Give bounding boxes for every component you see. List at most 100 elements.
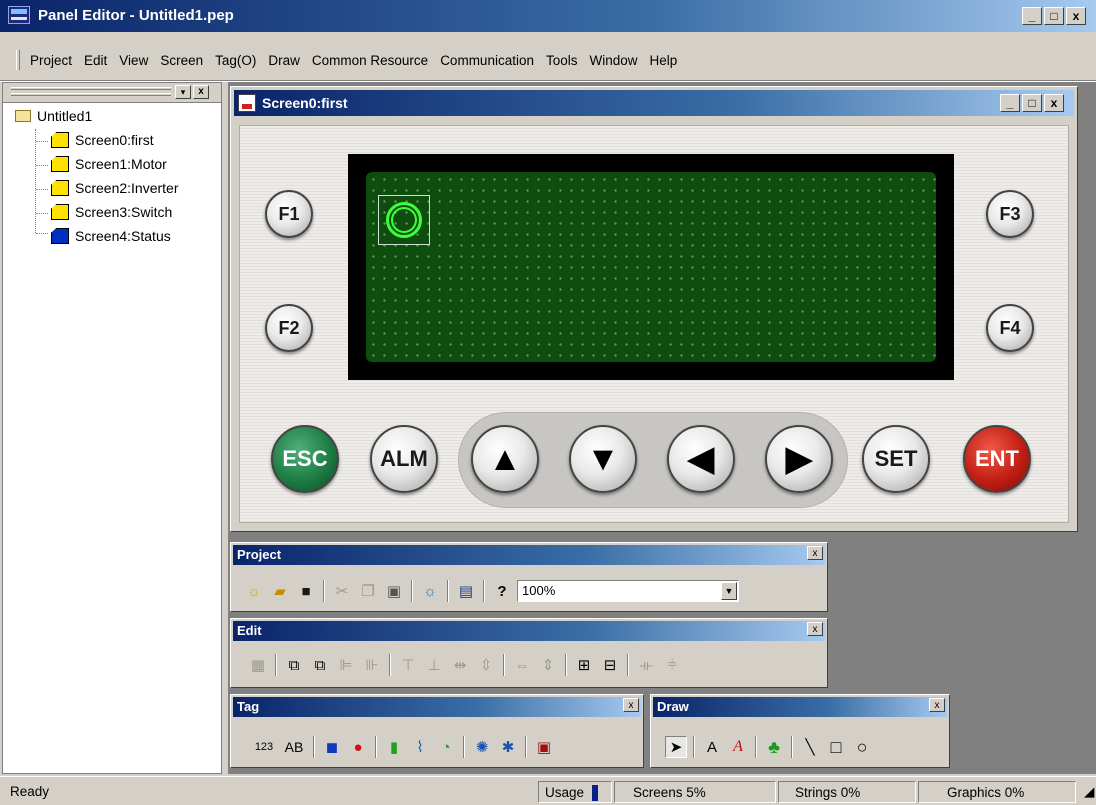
- screen-icon: [51, 132, 69, 148]
- circle-tool-icon[interactable]: ○: [851, 736, 873, 758]
- edit-toolbar-title[interactable]: Edit: [233, 621, 825, 641]
- new-icon[interactable]: ☼: [243, 580, 265, 602]
- menu-view[interactable]: View: [113, 53, 154, 68]
- clipart-icon[interactable]: ♣: [763, 736, 785, 758]
- lamp-tag-icon[interactable]: ●: [347, 736, 369, 758]
- left-arrow-key[interactable]: ◀: [667, 425, 735, 493]
- project-toolbar-title[interactable]: Project: [233, 545, 825, 565]
- tree-item-screen0[interactable]: Screen0:first: [51, 129, 154, 151]
- tree-item-screen1[interactable]: Screen1:Motor: [51, 153, 167, 175]
- pointer-icon[interactable]: ➤: [665, 736, 687, 758]
- set-key[interactable]: SET: [862, 425, 930, 493]
- menu-common-resource[interactable]: Common Resource: [306, 53, 434, 68]
- bring-front-icon[interactable]: ⧉: [283, 654, 305, 676]
- zoom-select[interactable]: 100% ▼: [517, 580, 739, 602]
- folder-icon: [15, 110, 31, 122]
- up-arrow-key[interactable]: ▲: [471, 425, 539, 493]
- menu-draw[interactable]: Draw: [262, 53, 306, 68]
- help-icon[interactable]: ?: [491, 580, 513, 602]
- same-height-icon[interactable]: ⇕: [537, 654, 559, 676]
- rectangle-tool-icon[interactable]: □: [825, 736, 847, 758]
- alm-key[interactable]: ALM: [370, 425, 438, 493]
- styled-text-tool-button[interactable]: A: [727, 736, 749, 758]
- pie-graph-icon[interactable]: ◔: [435, 736, 457, 758]
- draw-toolbar-close[interactable]: x: [929, 698, 945, 712]
- f2-key[interactable]: F2: [265, 304, 313, 352]
- esc-key[interactable]: ESC: [271, 425, 339, 493]
- menu-communication[interactable]: Communication: [434, 53, 540, 68]
- center-v-icon[interactable]: ⊟: [599, 654, 621, 676]
- lamp-object[interactable]: [378, 195, 430, 245]
- alarm-tag-icon[interactable]: ▣: [533, 736, 555, 758]
- new-screen-icon[interactable]: ☼: [419, 580, 441, 602]
- tree-panel-header[interactable]: ▾ x: [3, 83, 221, 103]
- switch-tag-icon[interactable]: ◼: [321, 736, 343, 758]
- menu-project[interactable]: Project: [24, 53, 78, 68]
- grid-icon[interactable]: ▦: [247, 654, 269, 676]
- meter-icon[interactable]: ✺: [471, 736, 493, 758]
- f4-key[interactable]: F4: [986, 304, 1034, 352]
- trend-graph-icon[interactable]: ⌇: [409, 736, 431, 758]
- distribute-h-icon[interactable]: ⇹: [449, 654, 471, 676]
- resize-grip-icon[interactable]: ◢: [1078, 781, 1094, 803]
- tree-dock-button[interactable]: ▾: [175, 85, 191, 99]
- title-bar: Panel Editor - Untitled1.pep _ □ x: [0, 0, 1096, 32]
- menu-screen[interactable]: Screen: [154, 53, 209, 68]
- space-h-icon[interactable]: ⟛: [635, 654, 657, 676]
- minimize-button[interactable]: _: [1022, 7, 1042, 25]
- tag-toolbar-title[interactable]: Tag: [233, 697, 641, 717]
- distribute-v-icon[interactable]: ⇳: [475, 654, 497, 676]
- open-icon[interactable]: ▰: [269, 580, 291, 602]
- save-icon[interactable]: ■: [295, 580, 317, 602]
- lcd-screen[interactable]: [366, 172, 936, 362]
- close-button[interactable]: x: [1066, 7, 1086, 25]
- copy-icon[interactable]: ❐: [357, 580, 379, 602]
- align-right-icon[interactable]: ⊪: [361, 654, 383, 676]
- menu-help[interactable]: Help: [644, 53, 684, 68]
- usage-bar: [592, 785, 599, 802]
- right-arrow-key[interactable]: ▶: [765, 425, 833, 493]
- fan-icon[interactable]: ✱: [497, 736, 519, 758]
- ascii-tag-button[interactable]: AB: [281, 736, 307, 758]
- project-toolbar-close[interactable]: x: [807, 546, 823, 560]
- tag-toolbar-close[interactable]: x: [623, 698, 639, 712]
- screen-maximize-button[interactable]: □: [1022, 94, 1042, 112]
- send-back-icon[interactable]: ⧉: [309, 654, 331, 676]
- text-tool-button[interactable]: A: [701, 736, 723, 758]
- project-toolbar: Project x ☼ ▰ ■ ✂ ❐ ▣ ☼ ▤ ? 100% ▼: [230, 542, 828, 612]
- chevron-down-icon[interactable]: ▼: [721, 582, 737, 600]
- screen-close-button[interactable]: x: [1044, 94, 1064, 112]
- tree-item-screen4[interactable]: Screen4:Status: [51, 225, 171, 247]
- cut-icon[interactable]: ✂: [331, 580, 353, 602]
- ent-key[interactable]: ENT: [963, 425, 1031, 493]
- align-left-icon[interactable]: ⊫: [335, 654, 357, 676]
- paste-icon[interactable]: ▣: [383, 580, 405, 602]
- transfer-icon[interactable]: ▤: [455, 580, 477, 602]
- numeric-tag-button[interactable]: 123: [251, 736, 277, 758]
- bar-graph-icon[interactable]: ▮: [383, 736, 405, 758]
- menu-tools[interactable]: Tools: [540, 53, 584, 68]
- tree-close-button[interactable]: x: [193, 85, 209, 99]
- menu-tag[interactable]: Tag(O): [209, 53, 262, 68]
- center-h-icon[interactable]: ⊞: [573, 654, 595, 676]
- space-v-icon[interactable]: ⫩: [661, 654, 683, 676]
- tag-toolbar: Tag x 123 AB ◼ ● ▮ ⌇ ◔ ✺ ✱ ▣: [230, 694, 644, 768]
- f3-key[interactable]: F3: [986, 190, 1034, 238]
- tree-item-screen3[interactable]: Screen3:Switch: [51, 201, 172, 223]
- f1-key[interactable]: F1: [265, 190, 313, 238]
- down-arrow-key[interactable]: ▼: [569, 425, 637, 493]
- draw-toolbar-title[interactable]: Draw: [653, 697, 947, 717]
- menu-edit[interactable]: Edit: [78, 53, 113, 68]
- same-width-icon[interactable]: ⇔: [511, 654, 533, 676]
- line-tool-icon[interactable]: ╲: [799, 736, 821, 758]
- tree-item-screen2[interactable]: Screen2:Inverter: [51, 177, 179, 199]
- screen-window-titlebar[interactable]: Screen0:first _ □ x: [234, 90, 1074, 116]
- align-top-icon[interactable]: ⊤: [397, 654, 419, 676]
- left-arrow-icon: ◀: [687, 440, 715, 478]
- edit-toolbar-close[interactable]: x: [807, 622, 823, 636]
- tree-root[interactable]: Untitled1: [15, 105, 92, 127]
- menu-window[interactable]: Window: [584, 53, 644, 68]
- maximize-button[interactable]: □: [1044, 7, 1064, 25]
- align-bottom-icon[interactable]: ⊥: [423, 654, 445, 676]
- screen-minimize-button[interactable]: _: [1000, 94, 1020, 112]
